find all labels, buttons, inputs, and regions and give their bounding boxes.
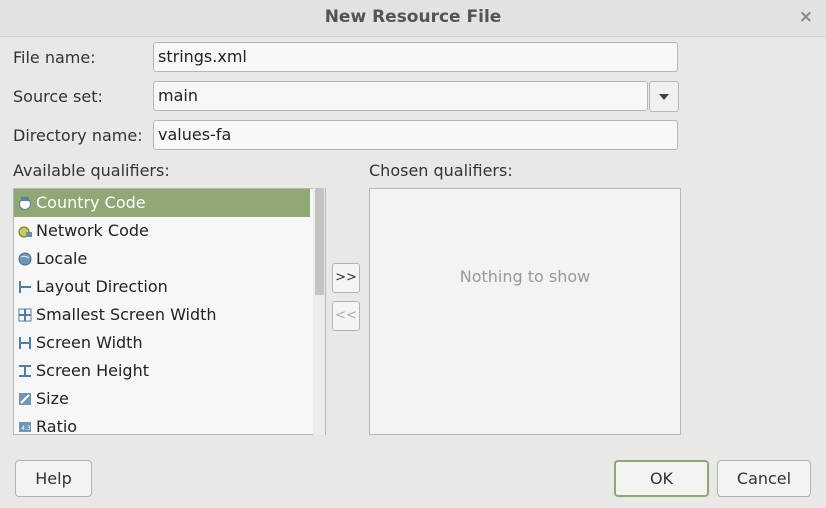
- available-qualifiers-list[interactable]: Country Code Network Code Locale Layout …: [13, 188, 326, 435]
- list-item[interactable]: Layout Direction: [14, 273, 310, 301]
- help-button[interactable]: Help: [15, 460, 92, 497]
- list-item[interactable]: Country Code: [14, 189, 310, 217]
- file-name-label: File name:: [13, 48, 96, 67]
- dialog-title: New Resource File: [324, 7, 502, 27]
- size-icon: [19, 393, 31, 405]
- chosen-qualifiers-list[interactable]: Nothing to show: [369, 188, 681, 435]
- source-set-combo[interactable]: main: [153, 81, 648, 111]
- list-item[interactable]: 4:3 Ratio: [14, 413, 310, 434]
- globe-icon: [18, 252, 32, 266]
- list-item[interactable]: Network Code: [14, 217, 310, 245]
- directory-name-field[interactable]: values-fa: [153, 120, 678, 150]
- file-name-field[interactable]: strings.xml: [153, 42, 678, 72]
- directory-name-label: Directory name:: [13, 126, 143, 145]
- screen-height-icon: [19, 365, 31, 377]
- ok-button[interactable]: OK: [614, 460, 709, 497]
- close-icon[interactable]: ×: [799, 7, 813, 27]
- add-qualifier-button[interactable]: >>: [332, 263, 360, 293]
- list-item[interactable]: Screen Height: [14, 357, 310, 385]
- country-code-icon: [19, 197, 31, 210]
- layout-direction-icon: [19, 281, 31, 293]
- list-item[interactable]: Size: [14, 385, 310, 413]
- list-item[interactable]: Smallest Screen Width: [14, 301, 310, 329]
- network-code-icon: [18, 226, 32, 238]
- source-set-label: Source set:: [13, 87, 103, 106]
- svg-text:4:3: 4:3: [21, 425, 31, 432]
- list-scrollbar[interactable]: [313, 188, 325, 435]
- dropdown-button[interactable]: [649, 81, 679, 112]
- title-bar: New Resource File ×: [0, 0, 826, 37]
- screen-width-icon: [19, 337, 31, 349]
- remove-qualifier-button[interactable]: <<: [332, 301, 360, 331]
- ratio-icon: 4:3: [19, 422, 31, 432]
- chevron-down-icon: [659, 93, 669, 100]
- list-item[interactable]: Locale: [14, 245, 310, 273]
- scrollbar-thumb[interactable]: [315, 188, 324, 295]
- chosen-qualifiers-label: Chosen qualifiers:: [369, 161, 513, 180]
- smallest-width-icon: [18, 308, 32, 322]
- empty-message: Nothing to show: [459, 267, 591, 286]
- cancel-button[interactable]: Cancel: [717, 460, 811, 497]
- list-item[interactable]: Screen Width: [14, 329, 310, 357]
- available-qualifiers-label: Available qualifiers:: [13, 161, 170, 180]
